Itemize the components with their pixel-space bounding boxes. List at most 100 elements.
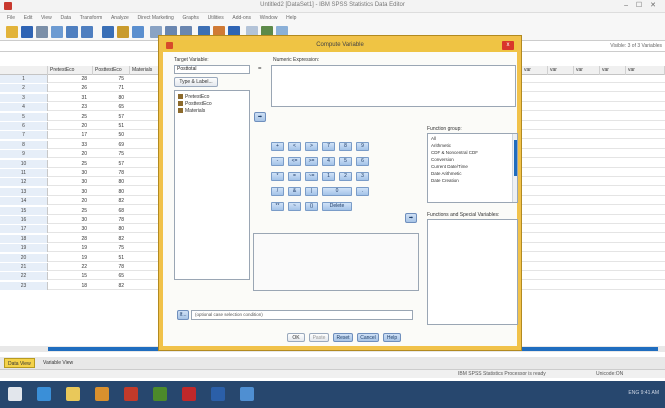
- insert-function-arrow-button[interactable]: ➡: [405, 213, 417, 223]
- row-number[interactable]: 5: [0, 112, 48, 121]
- data-cell[interactable]: 57: [93, 160, 130, 168]
- data-cell[interactable]: 65: [93, 272, 130, 280]
- keypad-key[interactable]: 7: [322, 142, 335, 151]
- data-cell[interactable]: 68: [93, 207, 130, 215]
- row-number[interactable]: 22: [0, 272, 48, 281]
- row-number[interactable]: 11: [0, 169, 48, 177]
- row-number[interactable]: 4: [0, 103, 48, 112]
- print-icon[interactable]: [36, 26, 48, 38]
- keypad-key[interactable]: .: [356, 187, 369, 196]
- row-number[interactable]: 14: [0, 197, 48, 206]
- variables-icon[interactable]: [132, 26, 144, 38]
- keypad-key[interactable]: 8: [339, 142, 352, 151]
- data-cell[interactable]: 75: [93, 75, 130, 83]
- variable-item[interactable]: PretestEco: [178, 94, 209, 100]
- menu-edit[interactable]: Edit: [24, 13, 33, 23]
- column-header[interactable]: PretestEco: [48, 66, 93, 75]
- move-to-expression-button[interactable]: ➡: [254, 112, 266, 122]
- browser-icon[interactable]: [37, 387, 51, 401]
- column-header[interactable]: var: [600, 66, 626, 75]
- keypad-key[interactable]: +: [271, 142, 284, 151]
- data-cell[interactable]: 18: [48, 282, 93, 290]
- data-cell[interactable]: 51: [93, 122, 130, 130]
- data-cell[interactable]: 78: [93, 263, 130, 271]
- data-cell[interactable]: 78: [93, 216, 130, 224]
- source-variable-list[interactable]: PretestEco PosttestEco Materials: [174, 90, 250, 280]
- function-group-item[interactable]: CDF & Noncentral CDF: [431, 150, 478, 155]
- data-cell[interactable]: 30: [48, 169, 93, 177]
- data-cell[interactable]: 28: [48, 75, 93, 83]
- system-tray[interactable]: ENG 9:41 AM: [628, 390, 659, 396]
- variable-item[interactable]: Materials: [178, 108, 205, 114]
- data-cell[interactable]: 25: [48, 113, 93, 121]
- menu-graphs[interactable]: Graphs: [183, 13, 199, 23]
- data-cell[interactable]: 30: [48, 216, 93, 224]
- app-icon[interactable]: [153, 387, 167, 401]
- data-cell[interactable]: 25: [48, 160, 93, 168]
- menu-direct-marketing[interactable]: Direct Marketing: [137, 13, 173, 23]
- row-number[interactable]: 15: [0, 206, 48, 215]
- menu-window[interactable]: Window: [260, 13, 278, 23]
- row-number[interactable]: 19: [0, 244, 48, 253]
- function-group-scrollbar[interactable]: [512, 134, 517, 202]
- data-cell[interactable]: 75: [93, 244, 130, 252]
- keypad-key[interactable]: &: [288, 187, 301, 196]
- dialog-close-button[interactable]: x: [502, 41, 514, 50]
- data-cell[interactable]: 80: [93, 225, 130, 233]
- data-cell[interactable]: 20: [48, 197, 93, 205]
- data-cell[interactable]: 82: [93, 282, 130, 290]
- column-header[interactable]: var: [522, 66, 548, 75]
- keypad-key[interactable]: |: [305, 187, 318, 196]
- start-icon[interactable]: [8, 387, 22, 401]
- column-header[interactable]: var: [626, 66, 665, 75]
- row-number[interactable]: 9: [0, 150, 48, 159]
- help-button[interactable]: Help: [383, 333, 401, 342]
- function-group-item[interactable]: Date Creation: [431, 178, 459, 183]
- keypad-key[interactable]: *: [271, 172, 284, 181]
- window-controls[interactable]: – ☐ ✕: [624, 1, 659, 9]
- row-number[interactable]: 13: [0, 187, 48, 196]
- data-cell[interactable]: 17: [48, 131, 93, 139]
- data-cell[interactable]: 50: [93, 131, 130, 139]
- data-cell[interactable]: 28: [48, 235, 93, 243]
- goto-variable-icon[interactable]: [117, 26, 129, 38]
- data-cell[interactable]: 80: [93, 94, 130, 102]
- if-button[interactable]: If...: [177, 310, 189, 320]
- column-header[interactable]: Materials: [130, 66, 160, 75]
- row-number[interactable]: 10: [0, 159, 48, 168]
- row-number[interactable]: 23: [0, 281, 48, 290]
- data-cell[interactable]: 71: [93, 84, 130, 92]
- save-icon[interactable]: [21, 26, 33, 38]
- column-header[interactable]: PosttestEco: [93, 66, 130, 75]
- data-cell[interactable]: 80: [93, 188, 130, 196]
- menu-transform[interactable]: Transform: [80, 13, 103, 23]
- menu-analyze[interactable]: Analyze: [111, 13, 129, 23]
- cancel-button[interactable]: Cancel: [357, 333, 379, 342]
- keypad-key[interactable]: 3: [356, 172, 369, 181]
- data-cell[interactable]: 20: [48, 150, 93, 158]
- recall-dialog-icon[interactable]: [51, 26, 63, 38]
- keypad-key[interactable]: >: [305, 142, 318, 151]
- numeric-expression-textarea[interactable]: [271, 65, 516, 107]
- goto-case-icon[interactable]: [102, 26, 114, 38]
- function-group-item[interactable]: Current Date/Time: [431, 164, 468, 169]
- row-number[interactable]: 17: [0, 225, 48, 234]
- data-cell[interactable]: 19: [48, 254, 93, 262]
- keypad-key[interactable]: <=: [288, 157, 301, 166]
- keypad-key[interactable]: Delete: [322, 202, 352, 211]
- media-icon[interactable]: [95, 387, 109, 401]
- keypad-key[interactable]: 0: [322, 187, 352, 196]
- scrollbar-thumb[interactable]: [514, 140, 517, 176]
- data-cell[interactable]: 51: [93, 254, 130, 262]
- type-label-button[interactable]: Type & Label...: [174, 77, 218, 87]
- column-header[interactable]: var: [548, 66, 574, 75]
- function-group-item[interactable]: Conversion: [431, 157, 454, 162]
- row-number[interactable]: 7: [0, 131, 48, 140]
- data-cell[interactable]: 69: [93, 141, 130, 149]
- data-cell[interactable]: 19: [48, 244, 93, 252]
- file-explorer-icon[interactable]: [66, 387, 80, 401]
- acrobat-icon[interactable]: [182, 387, 196, 401]
- keypad-key[interactable]: 1: [322, 172, 335, 181]
- menu-data[interactable]: Data: [60, 13, 71, 23]
- keypad-key[interactable]: 4: [322, 157, 335, 166]
